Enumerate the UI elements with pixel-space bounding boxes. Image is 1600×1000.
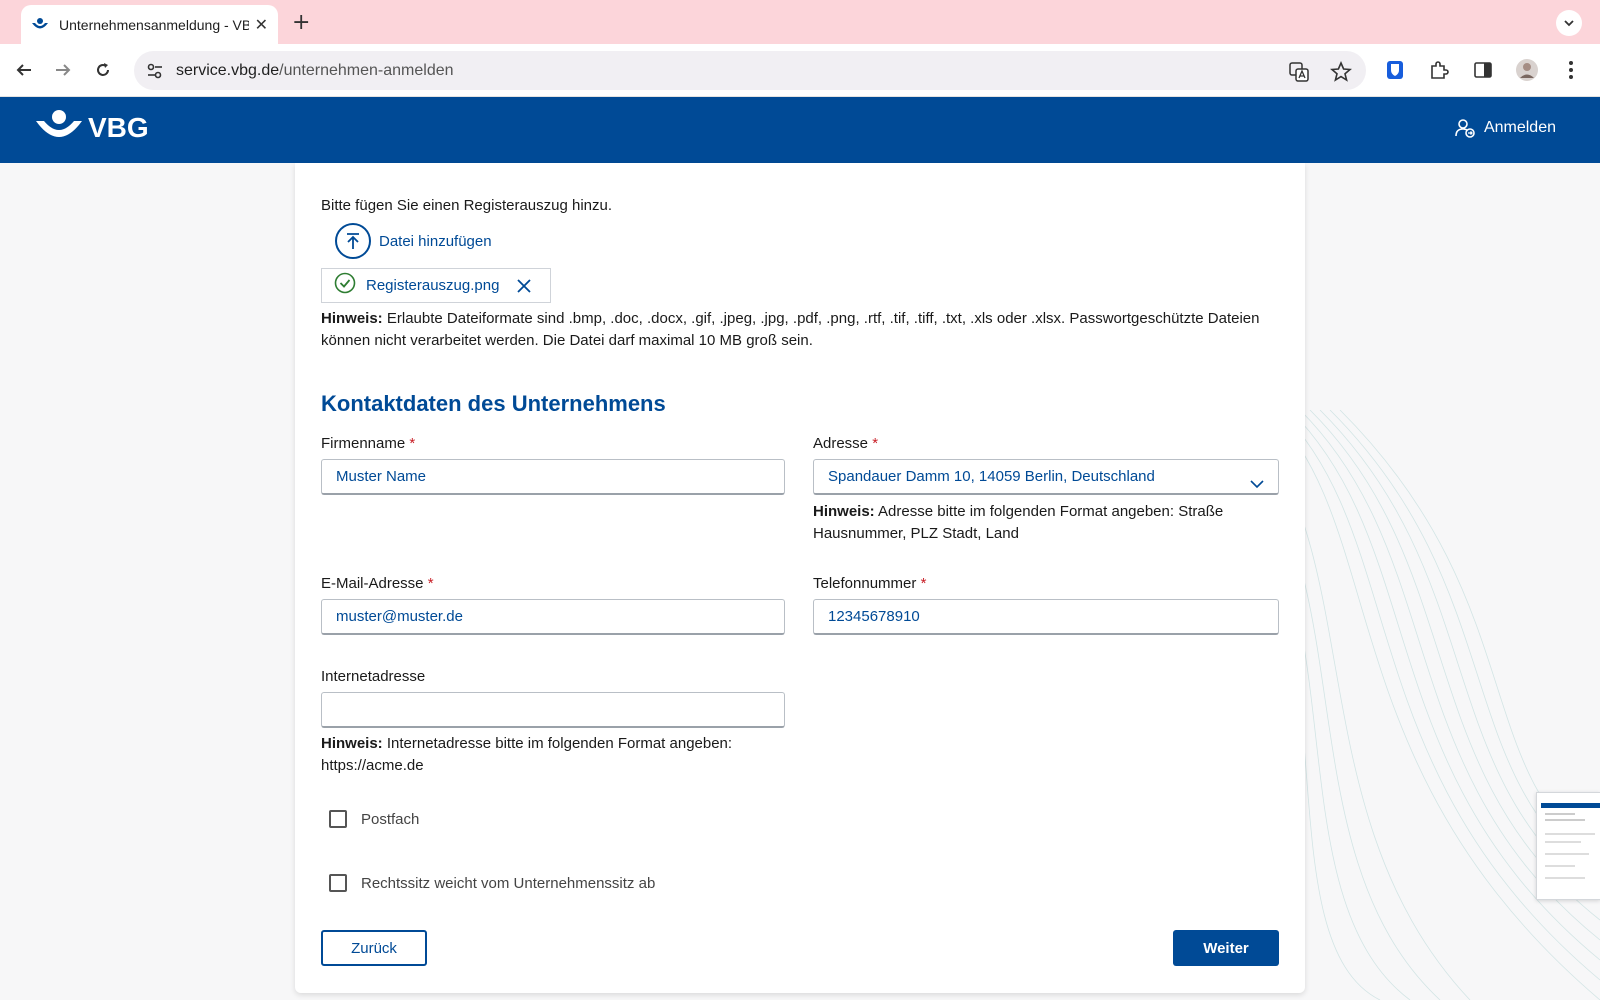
vbg-logo-icon — [36, 110, 82, 137]
user-login-icon — [1455, 119, 1475, 138]
legal-seat-label: Rechtssitz weicht vom Unternehmenssitz a… — [361, 874, 656, 892]
thumbnail-preview-icon — [1541, 803, 1600, 879]
browser-menu-icon[interactable] — [1558, 57, 1584, 83]
section-title: Kontaktdaten des Unternehmens — [321, 391, 666, 416]
back-button[interactable]: Zurück — [321, 930, 427, 966]
address-hint: Hinweis: Adresse bitte im folgenden Form… — [813, 503, 1224, 542]
address-select[interactable]: Spandauer Damm 10, 14059 Berlin, Deutsch… — [813, 459, 1279, 495]
registration-form-card: Bitte fügen Sie einen Registerauszug hin… — [295, 163, 1305, 993]
po-box-checkbox[interactable] — [329, 810, 347, 828]
address-bar[interactable]: service.vbg.de/unternehmen-anmelden — [134, 51, 1366, 90]
upload-prompt: Bitte fügen Sie einen Registerauszug hin… — [321, 197, 613, 214]
back-arrow-icon[interactable] — [12, 58, 36, 82]
address-label: Adresse * — [813, 435, 879, 452]
new-tab-icon[interactable]: + — [292, 10, 310, 35]
legal-seat-checkbox-row[interactable]: Rechtssitz weicht vom Unternehmenssitz a… — [329, 874, 655, 892]
uploaded-file-chip: Registerauszug.png — [321, 268, 551, 303]
website-hint: Hinweis: Internetadresse bitte im folgen… — [321, 735, 733, 774]
browser-tab[interactable]: Unternehmensanmeldung - VBG ✕ — [21, 5, 278, 44]
next-button[interactable]: Weiter — [1173, 930, 1279, 966]
legal-seat-checkbox[interactable] — [329, 874, 347, 892]
bitwarden-extension-icon[interactable] — [1382, 57, 1408, 83]
browser-toolbar: service.vbg.de/unternehmen-anmelden — [0, 44, 1600, 97]
add-file-label: Datei hinzufügen — [379, 232, 492, 250]
website-input[interactable] — [321, 692, 785, 728]
email-input[interactable]: muster@muster.de — [321, 599, 785, 635]
screenshot-thumbnail[interactable] — [1536, 792, 1600, 900]
site-header: VBG Anmelden — [0, 97, 1600, 163]
login-button[interactable]: Anmelden — [1454, 117, 1556, 139]
company-name-label: Firmenname * — [321, 435, 416, 452]
phone-input[interactable]: 12345678910 — [813, 599, 1279, 635]
po-box-label: Postfach — [361, 810, 420, 828]
translate-icon[interactable] — [1286, 59, 1312, 85]
tab-search-chevron-icon[interactable] — [1556, 10, 1582, 36]
website-label: Internetadresse — [321, 668, 426, 685]
vbg-favicon-icon — [31, 16, 49, 34]
uploaded-file-name: Registerauszug.png — [366, 277, 500, 294]
logo-text: VBG — [88, 112, 149, 143]
reload-icon[interactable] — [91, 58, 115, 82]
extensions-puzzle-icon[interactable] — [1426, 57, 1452, 83]
chevron-down-icon — [1250, 470, 1264, 503]
background-wave-decoration — [1270, 410, 1600, 1000]
file-format-hint: Hinweis: Erlaubte Dateiformate sind .bmp… — [321, 310, 1260, 349]
upload-arrow-icon — [335, 223, 371, 259]
phone-label: Telefonnummer * — [813, 575, 927, 592]
browser-tab-bar: Unternehmensanmeldung - VBG ✕ + — [0, 0, 1600, 44]
tab-close-icon[interactable]: ✕ — [255, 15, 268, 34]
address-value: Spandauer Damm 10, 14059 Berlin, Deutsch… — [828, 468, 1155, 485]
check-circle-icon — [334, 272, 356, 299]
login-label: Anmelden — [1483, 119, 1556, 136]
remove-file-icon[interactable] — [516, 278, 532, 294]
site-settings-icon[interactable] — [144, 60, 166, 82]
company-name-input[interactable]: Muster Name — [321, 459, 785, 495]
email-label: E-Mail-Adresse * — [321, 575, 434, 592]
forward-arrow-icon[interactable] — [51, 58, 75, 82]
profile-avatar-icon[interactable] — [1514, 57, 1540, 83]
tab-title: Unternehmensanmeldung - VBG — [59, 16, 249, 33]
url-text: service.vbg.de/unternehmen-anmelden — [176, 61, 454, 79]
add-file-button[interactable]: Datei hinzufügen — [335, 223, 492, 259]
bookmark-star-icon[interactable] — [1328, 59, 1354, 85]
vbg-logo[interactable]: VBG — [36, 109, 149, 143]
side-panel-icon[interactable] — [1470, 57, 1496, 83]
po-box-checkbox-row[interactable]: Postfach — [329, 810, 419, 828]
